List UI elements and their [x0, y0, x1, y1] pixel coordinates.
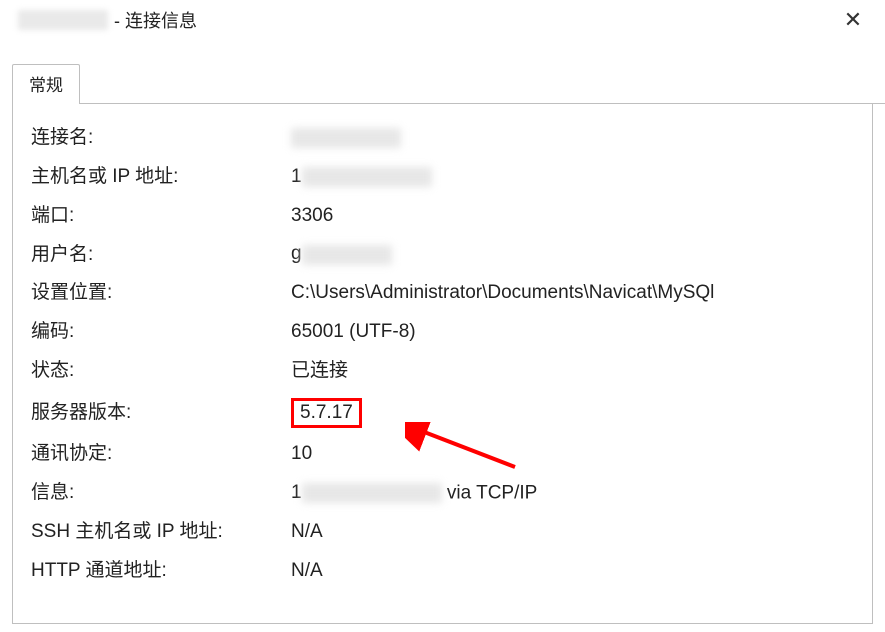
label-info: 信息: [31, 481, 291, 506]
title-redacted [18, 10, 108, 30]
row-port: 端口: 3306 [31, 204, 864, 229]
value-port: 3306 [291, 204, 864, 229]
label-user: 用户名: [31, 243, 291, 268]
close-icon[interactable]: ✕ [837, 4, 869, 36]
row-settings: 设置位置: C:\Users\Administrator\Documents\N… [31, 281, 864, 306]
label-port: 端口: [31, 204, 291, 229]
server-version-highlight: 5.7.17 [291, 398, 362, 429]
label-server-version: 服务器版本: [31, 401, 291, 426]
label-http-tunnel: HTTP 通道地址: [31, 559, 291, 584]
value-status: 已连接 [291, 359, 864, 384]
value-conn-name-redacted [291, 128, 401, 148]
value-protocol: 10 [291, 442, 864, 467]
value-host-redacted [302, 167, 432, 187]
row-http-tunnel: HTTP 通道地址: N/A [31, 559, 864, 584]
titlebar: - 连接信息 ✕ [0, 0, 885, 40]
value-server-version: 5.7.17 [291, 398, 864, 429]
row-host: 主机名或 IP 地址: 1 [31, 165, 864, 190]
label-protocol: 通讯协定: [31, 442, 291, 467]
value-info-suffix: via TCP/IP [447, 482, 537, 503]
value-user: g [291, 242, 864, 267]
row-conn-name: 连接名: [31, 126, 864, 151]
label-status: 状态: [31, 359, 291, 384]
tab-strip: 常规 [12, 64, 885, 104]
value-user-prefix: g [291, 242, 302, 267]
value-user-redacted [302, 245, 392, 265]
tab-general[interactable]: 常规 [12, 64, 80, 104]
value-info: 1 via TCP/IP [291, 481, 864, 506]
row-info: 信息: 1 via TCP/IP [31, 481, 864, 506]
value-host-prefix: 1 [291, 165, 302, 190]
row-status: 状态: 已连接 [31, 359, 864, 384]
connection-info-panel: 连接名: 主机名或 IP 地址: 1 端口: 3306 用户名: g 设置位置:… [12, 104, 873, 624]
value-conn-name [291, 126, 864, 151]
value-settings: C:\Users\Administrator\Documents\Navicat… [291, 281, 864, 306]
label-ssh-host: SSH 主机名或 IP 地址: [31, 520, 291, 545]
window-title: - 连接信息 [18, 7, 197, 33]
label-encoding: 编码: [31, 320, 291, 345]
value-ssh-host: N/A [291, 520, 864, 545]
value-encoding: 65001 (UTF-8) [291, 320, 864, 345]
value-info-prefix: 1 [291, 481, 302, 506]
row-encoding: 编码: 65001 (UTF-8) [31, 320, 864, 345]
value-http-tunnel: N/A [291, 559, 864, 584]
label-host: 主机名或 IP 地址: [31, 165, 291, 190]
label-conn-name: 连接名: [31, 126, 291, 151]
tab-general-label: 常规 [29, 76, 63, 95]
title-suffix: - 连接信息 [114, 7, 197, 33]
row-server-version: 服务器版本: 5.7.17 [31, 398, 864, 429]
close-glyph: ✕ [844, 9, 862, 31]
row-protocol: 通讯协定: 10 [31, 442, 864, 467]
label-settings: 设置位置: [31, 281, 291, 306]
value-info-redacted [302, 483, 442, 503]
value-host: 1 [291, 165, 864, 190]
row-user: 用户名: g [31, 242, 864, 267]
row-ssh-host: SSH 主机名或 IP 地址: N/A [31, 520, 864, 545]
